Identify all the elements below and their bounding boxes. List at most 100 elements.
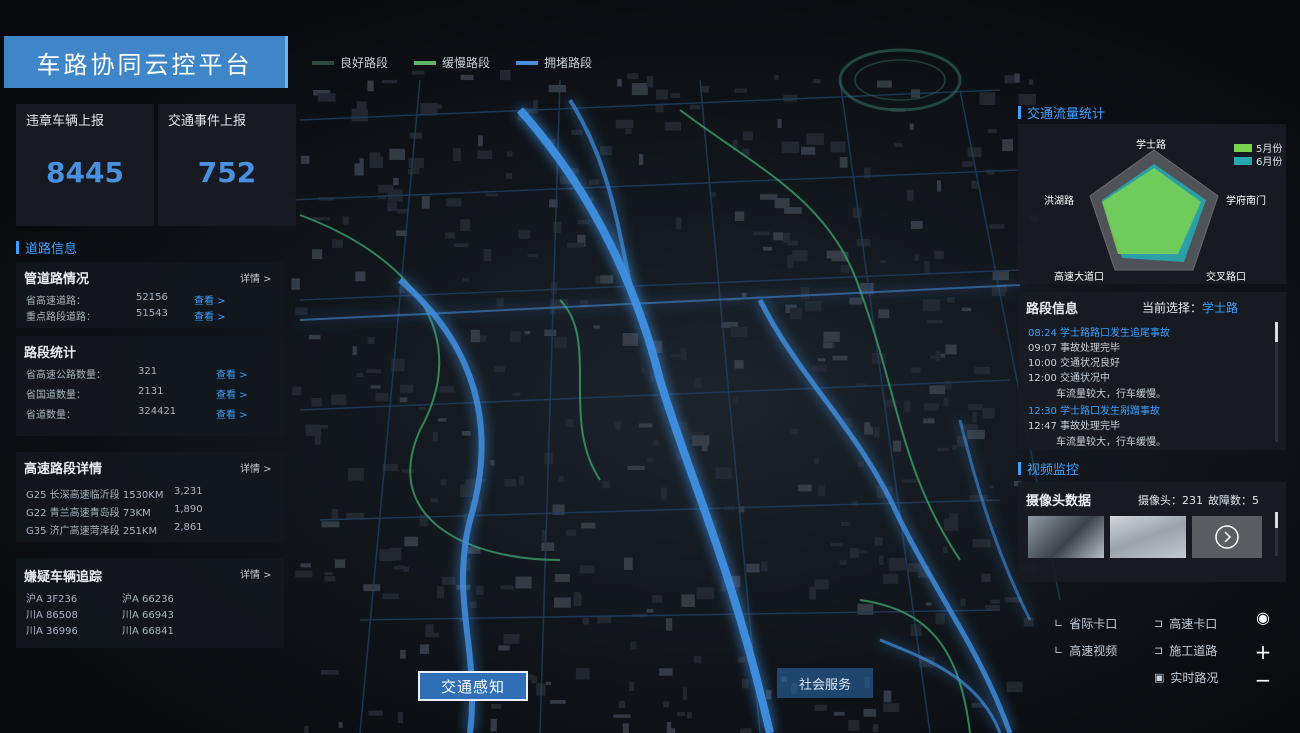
building-block [926, 602, 932, 606]
road-stats-panel: 路段统计 省高速公路数量： 321 查看 > 省国道数量： 2131 查看 > … [16, 336, 284, 436]
radar-axis-label: 洪湖路 [1044, 196, 1074, 207]
building-block [629, 681, 634, 692]
building-block [656, 89, 668, 100]
building-block [554, 574, 570, 582]
square-icon: ▣ [1154, 671, 1165, 684]
building-block [924, 261, 930, 273]
legend-item-good[interactable]: 良好路段 [312, 54, 388, 71]
building-block [575, 667, 590, 680]
suspect-more-link[interactable]: 详情 > [240, 566, 272, 581]
row-value: 51543 [136, 308, 168, 319]
row-view-link[interactable]: 查看 > [194, 292, 226, 307]
toggle-highway-video[interactable]: ∟ 高速视频 [1054, 642, 1117, 659]
building-block [738, 656, 745, 663]
plate-item[interactable]: 川A 66841 [122, 622, 174, 637]
table-row: 省高速道路： 52156 查看 > [26, 292, 226, 307]
zoom-out-icon[interactable]: − [1252, 668, 1274, 692]
camera-scrollbar[interactable] [1275, 512, 1278, 556]
legend-label: 良好路段 [340, 56, 389, 70]
row-view-link[interactable]: 查看 > [194, 308, 226, 323]
plate-item[interactable]: 沪A 3F236 [26, 590, 77, 605]
plate-item[interactable]: 川A 66943 [122, 606, 174, 621]
legend-item-slow[interactable]: 缓慢路段 [414, 54, 490, 71]
row-name: G35 济广高速菏泽段 251KM [26, 526, 158, 537]
legend-label: 缓慢路段 [442, 56, 491, 70]
camera-next-button[interactable] [1192, 516, 1262, 558]
social-service-button[interactable]: 社会服务 [777, 668, 873, 698]
building-block [408, 158, 424, 168]
camera-count: 摄像头：231 [1138, 494, 1203, 507]
building-block [622, 333, 639, 346]
legend-item-june: 6月份 [1234, 153, 1282, 168]
building-block [746, 563, 760, 573]
road-overview-more-link[interactable]: 详情 > [240, 270, 272, 285]
current-road-value[interactable]: 学士路 [1202, 301, 1238, 315]
zoom-in-icon[interactable]: + [1252, 640, 1274, 664]
camera-thumbnail[interactable] [1028, 516, 1104, 558]
building-block [490, 718, 497, 732]
plate-item[interactable]: 沪A 66236 [122, 590, 174, 605]
building-block [814, 579, 829, 590]
building-block [962, 424, 978, 430]
camera-thumbnail[interactable] [1110, 516, 1186, 558]
building-block [321, 521, 340, 528]
building-block [883, 690, 892, 703]
plate-item[interactable]: 川A 86508 [26, 606, 78, 621]
building-block [670, 354, 684, 358]
building-block [425, 632, 439, 638]
building-block [550, 700, 566, 704]
building-block [548, 84, 567, 93]
toggle-realtime-traffic[interactable]: ▣ 实时路况 [1154, 669, 1218, 686]
stat-value: 752 [197, 156, 257, 189]
highway-more-link[interactable]: 详情 > [240, 460, 272, 475]
building-block [313, 217, 330, 221]
building-block [960, 598, 966, 607]
building-block [696, 587, 715, 600]
building-block [436, 586, 445, 599]
building-block [990, 599, 1000, 604]
row-view-link[interactable]: 查看 > [216, 366, 248, 381]
locate-icon[interactable]: ◉ [1252, 608, 1274, 627]
section-bar-icon [16, 241, 19, 254]
building-block [367, 337, 375, 345]
building-block [1004, 75, 1015, 84]
traffic-perception-button[interactable]: 交通感知 [418, 671, 528, 701]
incident-stat-card[interactable]: 交通事件上报 752 [158, 104, 296, 226]
building-block [989, 485, 995, 489]
radar-axis-label: 高速大道口 [1054, 272, 1104, 283]
toggle-highway-checkpoint[interactable]: ⊐ 高速卡口 [1154, 615, 1217, 632]
toggle-provincial-checkpoint[interactable]: ∟ 省际卡口 [1054, 615, 1117, 632]
building-block [814, 704, 828, 711]
building-block [662, 701, 669, 708]
building-block [398, 565, 405, 569]
row-view-link[interactable]: 查看 > [216, 386, 248, 401]
row-value: 52156 [136, 292, 168, 303]
row-view-link[interactable]: 查看 > [216, 406, 248, 421]
log-scrollbar[interactable] [1275, 322, 1278, 442]
row-value: 2,861 [174, 522, 203, 533]
building-block [411, 70, 425, 75]
toggle-construction-road[interactable]: ⊐ 施工道路 [1154, 642, 1217, 659]
scrollbar-thumb[interactable] [1275, 322, 1278, 342]
violation-stat-card[interactable]: 违章车辆上报 8445 [16, 104, 154, 226]
building-block [491, 704, 502, 709]
camera-title: 摄像头数据 [1026, 494, 1092, 509]
building-block [462, 431, 471, 436]
table-row: G22 青兰高速青岛段 73KM 1,890 [26, 504, 203, 519]
building-block [864, 426, 873, 435]
building-block [923, 403, 939, 411]
legend-item-congested[interactable]: 拥堵路段 [516, 54, 592, 71]
building-block [401, 469, 415, 473]
building-block [910, 367, 921, 374]
building-block [421, 196, 430, 209]
building-block [531, 675, 538, 684]
log-entry: 12:00 交通状况中 [1028, 373, 1110, 384]
building-block [308, 334, 321, 340]
camera-panel: 摄像头数据 摄像头：231 故障数：5 [1018, 482, 1286, 582]
scrollbar-thumb[interactable] [1275, 512, 1278, 528]
building-block [923, 418, 935, 424]
building-block [982, 407, 995, 419]
plate-item[interactable]: 川A 36996 [26, 622, 78, 637]
log-entry: 车流量较大，行车缓慢。 [1056, 389, 1166, 400]
building-block [460, 74, 474, 81]
